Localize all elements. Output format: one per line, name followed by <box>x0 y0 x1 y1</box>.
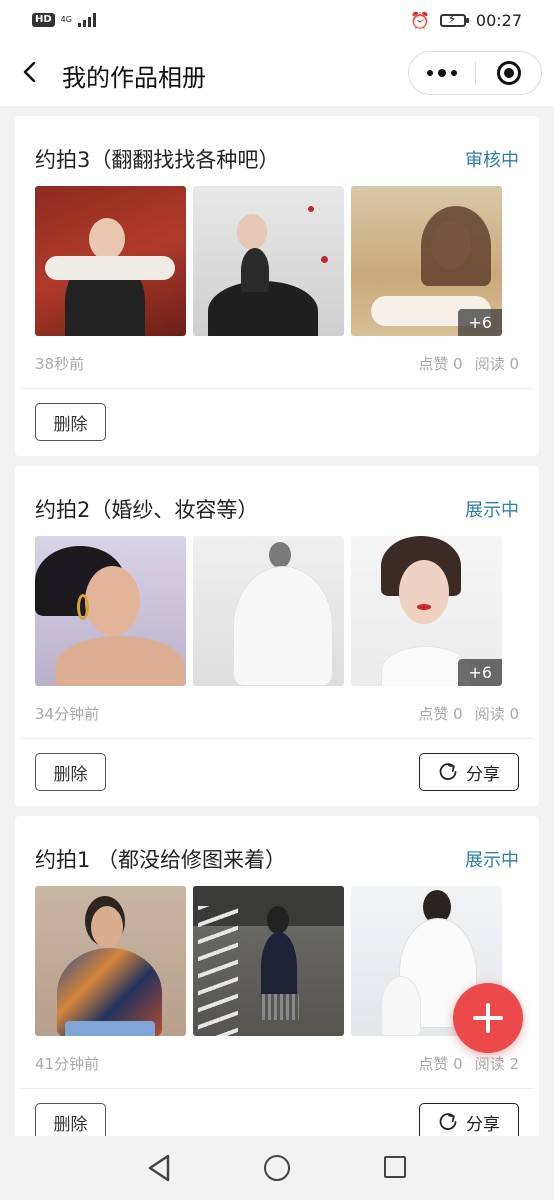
album-photo[interactable]: +6 <box>351 186 502 336</box>
album-time: 34分钟前 <box>35 705 100 723</box>
divider <box>21 738 533 739</box>
album-stats: 点赞 0 阅读 2 <box>418 1053 519 1074</box>
share-label: 分享 <box>466 764 500 785</box>
status-bar: HD 4G ⏰ ⚡ 00:27 <box>0 0 554 40</box>
like-count: 点赞 0 <box>418 355 463 373</box>
album-stats: 点赞 0 阅读 0 <box>418 703 519 724</box>
divider <box>21 1088 533 1089</box>
delete-button[interactable]: 删除 <box>35 753 106 791</box>
read-count: 阅读 0 <box>474 705 519 723</box>
signal-icon <box>77 13 96 27</box>
album-card[interactable]: 约拍1 （都没给修图来着） 展示中 41分钟前 点赞 0 阅读 2 删除 分享 <box>15 816 539 1136</box>
system-back-icon[interactable] <box>146 1154 172 1182</box>
target-circle-icon <box>496 61 521 85</box>
photo-grid: +6 <box>35 186 502 336</box>
album-time: 41分钟前 <box>35 1055 100 1073</box>
add-album-button[interactable] <box>453 983 523 1053</box>
photo-grid: +6 <box>35 536 502 686</box>
album-title: 约拍3（翻翻找找各种吧） <box>35 148 280 172</box>
album-card[interactable]: 约拍3（翻翻找找各种吧） 审核中 +6 38秒前 点赞 0 阅读 0 删除 <box>15 116 539 456</box>
status-left: HD 4G <box>32 13 96 27</box>
more-photos-badge: +6 <box>458 659 502 686</box>
share-icon <box>439 1113 457 1130</box>
hd-badge: HD <box>32 13 55 27</box>
page-title: 我的作品相册 <box>62 64 206 92</box>
share-label: 分享 <box>466 1114 500 1135</box>
system-nav-bar <box>0 1136 554 1200</box>
system-recents-icon[interactable] <box>384 1156 406 1178</box>
album-stats: 点赞 0 阅读 0 <box>418 353 519 374</box>
photo-grid <box>35 886 502 1036</box>
album-title: 约拍2（婚纱、妆容等） <box>35 498 259 522</box>
album-card[interactable]: 约拍2（婚纱、妆容等） 展示中 +6 34分钟前 点赞 0 阅读 0 删除 分享 <box>15 466 539 806</box>
album-photo[interactable] <box>193 536 344 686</box>
album-status: 审核中 <box>465 150 519 171</box>
back-icon[interactable] <box>20 62 40 82</box>
album-photo[interactable] <box>193 186 344 336</box>
album-status: 展示中 <box>465 850 519 871</box>
album-status: 展示中 <box>465 500 519 521</box>
album-list[interactable]: 约拍3（翻翻找找各种吧） 审核中 +6 38秒前 点赞 0 阅读 0 删除 约拍… <box>0 106 554 1136</box>
alarm-icon: ⏰ <box>409 10 430 30</box>
like-count: 点赞 0 <box>418 1055 463 1073</box>
more-photos-badge: +6 <box>458 309 502 336</box>
share-icon <box>439 763 457 780</box>
nav-bar: 我的作品相册 <box>0 40 554 106</box>
network-type: 4G <box>60 15 72 24</box>
read-count: 阅读 0 <box>474 355 519 373</box>
divider <box>21 388 533 389</box>
delete-button[interactable]: 删除 <box>35 403 106 441</box>
album-title: 约拍1 （都没给修图来着） <box>35 848 287 872</box>
share-button[interactable]: 分享 <box>419 753 519 791</box>
like-count: 点赞 0 <box>418 705 463 723</box>
plus-icon <box>473 1003 503 1033</box>
status-right: ⏰ ⚡ 00:27 <box>410 11 522 30</box>
album-photo[interactable] <box>35 886 186 1036</box>
album-photo[interactable]: +6 <box>351 536 502 686</box>
album-photo[interactable] <box>193 886 344 1036</box>
album-photo[interactable] <box>35 186 186 336</box>
share-button[interactable]: 分享 <box>419 1103 519 1136</box>
miniprogram-capsule <box>408 51 542 95</box>
system-home-icon[interactable] <box>264 1155 290 1181</box>
more-dots-icon[interactable] <box>409 52 475 94</box>
close-miniprogram-button[interactable] <box>476 61 541 85</box>
battery-icon: ⚡ <box>439 12 469 27</box>
read-count: 阅读 2 <box>474 1055 519 1073</box>
album-time: 38秒前 <box>35 355 85 373</box>
album-photo[interactable] <box>35 536 186 686</box>
delete-button[interactable]: 删除 <box>35 1103 106 1136</box>
status-time: 00:27 <box>475 10 522 30</box>
